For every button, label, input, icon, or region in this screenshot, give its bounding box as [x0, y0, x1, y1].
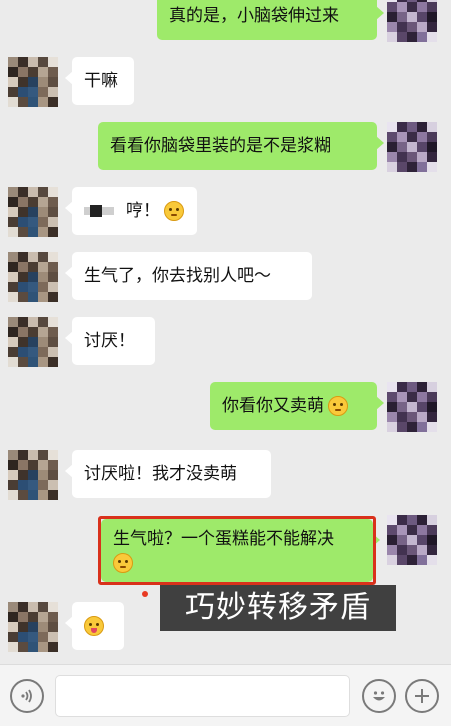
annotation-caption: 巧妙转移矛盾 — [160, 585, 396, 631]
plus-symbol-icon — [415, 689, 429, 703]
message-bubble[interactable]: 讨厌啦！我才没卖萌 — [65, 450, 271, 498]
smiley-icon — [373, 691, 385, 701]
annotation-dot — [142, 591, 148, 597]
redacted-sticker — [84, 204, 114, 218]
emoji-icon[interactable] — [362, 679, 396, 713]
thinking-face-icon — [164, 201, 184, 221]
message-text: 生气了，你去找别人吧～ — [84, 266, 271, 286]
highlight-frame — [98, 516, 376, 585]
my-avatar[interactable] — [387, 382, 437, 432]
message-bubble[interactable]: 你看你又卖萌 — [210, 382, 384, 430]
my-avatar[interactable] — [387, 0, 437, 42]
message-bubble[interactable]: 讨厌！ — [65, 317, 155, 365]
my-avatar[interactable] — [387, 515, 437, 565]
message-bubble[interactable]: 看看你脑袋里装的是不是浆糊 — [98, 122, 384, 170]
chat-area[interactable]: 真的是，小脑袋伸过来 干嘛 看看你脑袋里装的是不是浆糊 哼！ 生气了，你去找别人… — [0, 0, 451, 664]
contact-avatar[interactable] — [8, 252, 58, 302]
message-text: 你看你又卖萌 — [222, 396, 324, 416]
message-text: 哼！ — [126, 201, 160, 221]
my-avatar[interactable] — [387, 122, 437, 172]
message-bubble[interactable]: 真的是，小脑袋伸过来 — [157, 0, 384, 40]
message-input[interactable] — [55, 675, 350, 717]
message-text: 真的是，小脑袋伸过来 — [169, 6, 339, 26]
contact-avatar[interactable] — [8, 602, 58, 652]
message-bubble[interactable]: 干嘛 — [65, 57, 134, 105]
message-text: 看看你脑袋里装的是不是浆糊 — [110, 136, 331, 156]
message-text: 干嘛 — [84, 71, 118, 91]
voice-waves-icon — [21, 689, 32, 703]
contact-avatar[interactable] — [8, 187, 58, 237]
contact-avatar[interactable] — [8, 317, 58, 367]
dizzy-face-icon — [328, 396, 348, 416]
tongue-face-icon — [84, 616, 104, 636]
contact-avatar[interactable] — [8, 57, 58, 107]
voice-icon[interactable] — [10, 679, 44, 713]
message-bubble[interactable]: 哼！ — [65, 187, 197, 235]
message-bubble[interactable] — [65, 602, 124, 650]
input-bar — [0, 664, 451, 726]
message-text: 讨厌！ — [84, 331, 135, 351]
plus-icon[interactable] — [405, 679, 439, 713]
message-text: 讨厌啦！我才没卖萌 — [84, 464, 237, 484]
contact-avatar[interactable] — [8, 450, 58, 500]
message-bubble[interactable]: 生气了，你去找别人吧～ — [65, 252, 312, 300]
